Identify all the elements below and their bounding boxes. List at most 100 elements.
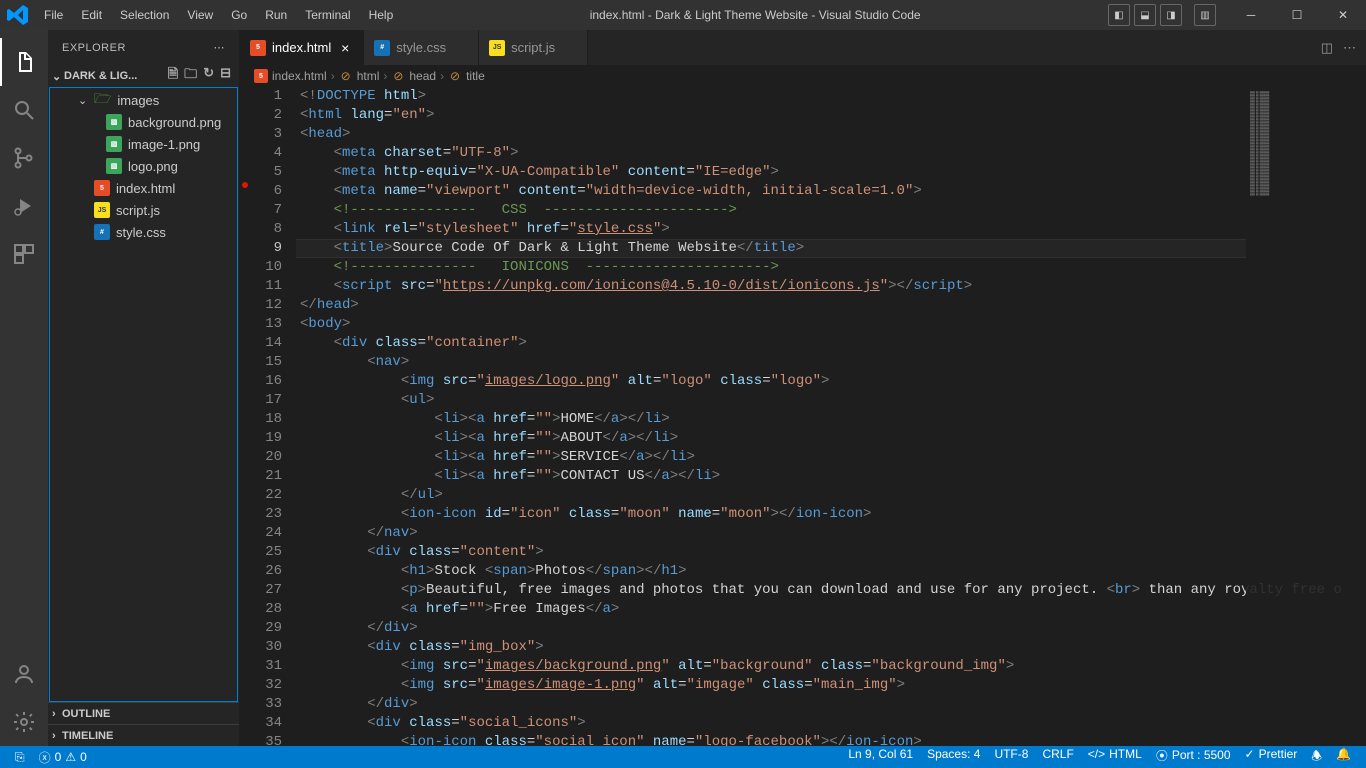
layout-sidebar-right-icon[interactable]: ◨ xyxy=(1160,4,1182,26)
minimap[interactable]: ████ ██ ████████ ████ ██ ████████ ████ █… xyxy=(1246,87,1366,746)
status-language[interactable]: </> HTML xyxy=(1081,747,1149,761)
refresh-icon[interactable]: ↻ xyxy=(203,65,214,87)
code-line[interactable]: <img src="images/background.png" alt="ba… xyxy=(296,657,1366,676)
activity-accounts[interactable] xyxy=(0,650,48,698)
code-line[interactable]: <h1>Stock <span>Photos</span></h1> xyxy=(296,562,1366,581)
menu-run[interactable]: Run xyxy=(256,2,296,28)
tab-style-css[interactable]: #style.css xyxy=(364,30,479,65)
activity-search[interactable] xyxy=(0,86,48,134)
code-line[interactable]: <a href="">Free Images</a> xyxy=(296,600,1366,619)
code-line[interactable]: <li><a href="">ABOUT</a></li> xyxy=(296,429,1366,448)
menu-selection[interactable]: Selection xyxy=(111,2,178,28)
layout-sidebar-left-icon[interactable]: ◧ xyxy=(1108,4,1130,26)
file-tree[interactable]: ⌄🗁images▧background.png▧image-1.png▧logo… xyxy=(49,87,238,702)
code-line[interactable]: <link rel="stylesheet" href="style.css"> xyxy=(296,220,1366,239)
menu-go[interactable]: Go xyxy=(222,2,256,28)
split-editor-icon[interactable]: ◫ xyxy=(1321,40,1333,56)
tab-script-js[interactable]: JSscript.js xyxy=(479,30,588,65)
activity-source-control[interactable] xyxy=(0,134,48,182)
breakpoint-icon[interactable] xyxy=(242,182,248,188)
close-button[interactable]: ✕ xyxy=(1320,0,1366,30)
code-line[interactable]: <script src="https://unpkg.com/ionicons@… xyxy=(296,277,1366,296)
code-line[interactable]: <li><a href="">SERVICE</a></li> xyxy=(296,448,1366,467)
code-line[interactable]: <div class="container"> xyxy=(296,334,1366,353)
status-remote[interactable]: ⎘ xyxy=(8,746,32,768)
code-line[interactable]: <html lang="en"> xyxy=(296,106,1366,125)
status-prettier[interactable]: ✓ Prettier xyxy=(1238,747,1305,761)
code-line[interactable]: <li><a href="">HOME</a></li> xyxy=(296,410,1366,429)
status-liveserver[interactable]: ⦿ Port : 5500 xyxy=(1149,747,1238,764)
activity-explorer[interactable] xyxy=(0,38,48,86)
code-line[interactable]: <img src="images/logo.png" alt="logo" cl… xyxy=(296,372,1366,391)
folder-header[interactable]: ⌄ DARK & LIG... 🗎 🗀 ↻ ⊟ xyxy=(48,65,239,87)
code-content[interactable]: <!DOCTYPE html><html lang="en"><head> <m… xyxy=(296,87,1366,746)
tab-close-icon[interactable]: × xyxy=(337,40,353,56)
tree-background-png[interactable]: ▧background.png xyxy=(50,111,237,133)
maximize-button[interactable]: ☐ xyxy=(1274,0,1320,30)
menu-help[interactable]: Help xyxy=(360,2,403,28)
breadcrumb[interactable]: 5 index.html›⊘ html›⊘ head›⊘ title xyxy=(240,65,1366,87)
code-line[interactable]: <ion-icon class="social_icon" name="logo… xyxy=(296,733,1366,746)
code-line[interactable]: </head> xyxy=(296,296,1366,315)
menu-terminal[interactable]: Terminal xyxy=(296,2,359,28)
code-line[interactable]: <p>Beautiful, free images and photos tha… xyxy=(296,581,1366,600)
breadcrumb-item[interactable]: ⊘ title xyxy=(448,69,485,83)
status-problems[interactable]: ⓧ0 ⚠0 xyxy=(32,746,94,768)
code-line[interactable]: <title>Source Code Of Dark & Light Theme… xyxy=(296,239,1366,258)
code-line[interactable]: </ul> xyxy=(296,486,1366,505)
tree-image-1-png[interactable]: ▧image-1.png xyxy=(50,133,237,155)
code-line[interactable]: <div class="social_icons"> xyxy=(296,714,1366,733)
layout-panel-icon[interactable]: ⬓ xyxy=(1134,4,1156,26)
code-line[interactable]: <meta charset="UTF-8"> xyxy=(296,144,1366,163)
breadcrumb-item[interactable]: ⊘ html xyxy=(339,69,380,83)
tree-index-html[interactable]: 5index.html xyxy=(50,177,237,199)
status-encoding[interactable]: UTF-8 xyxy=(987,747,1035,761)
tree-logo-png[interactable]: ▧logo.png xyxy=(50,155,237,177)
code-line[interactable]: <meta http-equiv="X-UA-Compatible" conte… xyxy=(296,163,1366,182)
code-line[interactable]: <!--------------- CSS ------------------… xyxy=(296,201,1366,220)
sidebar-more-icon[interactable]: ⋯ xyxy=(214,41,226,54)
tab-more-icon[interactable]: ⋯ xyxy=(1343,40,1356,56)
outline-section[interactable]: › OUTLINE xyxy=(48,702,239,724)
customize-layout-icon[interactable]: ▥ xyxy=(1194,4,1216,26)
code-line[interactable]: <ul> xyxy=(296,391,1366,410)
code-line[interactable]: <meta name="viewport" content="width=dev… xyxy=(296,182,1366,201)
tree-script-js[interactable]: JSscript.js xyxy=(50,199,237,221)
timeline-section[interactable]: › TIMELINE xyxy=(48,724,239,746)
breadcrumb-item[interactable]: 5 index.html xyxy=(254,69,327,83)
menu-file[interactable]: File xyxy=(35,2,72,28)
minimize-button[interactable]: ─ xyxy=(1228,0,1274,30)
tree-images[interactable]: ⌄🗁images xyxy=(50,89,237,111)
breadcrumb-item[interactable]: ⊘ head xyxy=(391,69,436,83)
tab-index-html[interactable]: 5index.html× xyxy=(240,30,364,65)
code-line[interactable]: </div> xyxy=(296,695,1366,714)
code-line[interactable]: <ion-icon id="icon" class="moon" name="m… xyxy=(296,505,1366,524)
new-file-icon[interactable]: 🗎 xyxy=(168,65,178,87)
menu-view[interactable]: View xyxy=(178,2,222,28)
code-line[interactable]: <!DOCTYPE html> xyxy=(296,87,1366,106)
code-line[interactable]: <head> xyxy=(296,125,1366,144)
code-line[interactable]: <nav> xyxy=(296,353,1366,372)
code-line[interactable]: <div class="content"> xyxy=(296,543,1366,562)
activity-extensions[interactable] xyxy=(0,230,48,278)
code-editor[interactable]: 1234567891011121314151617181920212223242… xyxy=(240,87,1366,746)
code-line[interactable]: <body> xyxy=(296,315,1366,334)
status-feedback[interactable]: 🕭 xyxy=(1304,747,1329,768)
code-line[interactable]: <li><a href="">CONTACT US</a></li> xyxy=(296,467,1366,486)
new-folder-icon[interactable]: 🗀 xyxy=(184,65,197,87)
code-line[interactable]: </nav> xyxy=(296,524,1366,543)
status-indent[interactable]: Spaces: 4 xyxy=(920,747,987,761)
code-line[interactable]: </div> xyxy=(296,619,1366,638)
status-cursor[interactable]: Ln 9, Col 61 xyxy=(841,747,920,761)
status-eol[interactable]: CRLF xyxy=(1035,747,1080,761)
activity-settings[interactable] xyxy=(0,698,48,746)
tree-style-css[interactable]: #style.css xyxy=(50,221,237,243)
collapse-all-icon[interactable]: ⊟ xyxy=(220,65,231,87)
activity-run-debug[interactable] xyxy=(0,182,48,230)
code-line[interactable]: <div class="img_box"> xyxy=(296,638,1366,657)
status-bell[interactable]: 🔔 xyxy=(1329,747,1358,761)
line-number-gutter[interactable]: 1234567891011121314151617181920212223242… xyxy=(250,87,296,746)
menu-edit[interactable]: Edit xyxy=(72,2,111,28)
code-line[interactable]: <!--------------- IONICONS -------------… xyxy=(296,258,1366,277)
code-line[interactable]: <img src="images/image-1.png" alt="imgag… xyxy=(296,676,1366,695)
